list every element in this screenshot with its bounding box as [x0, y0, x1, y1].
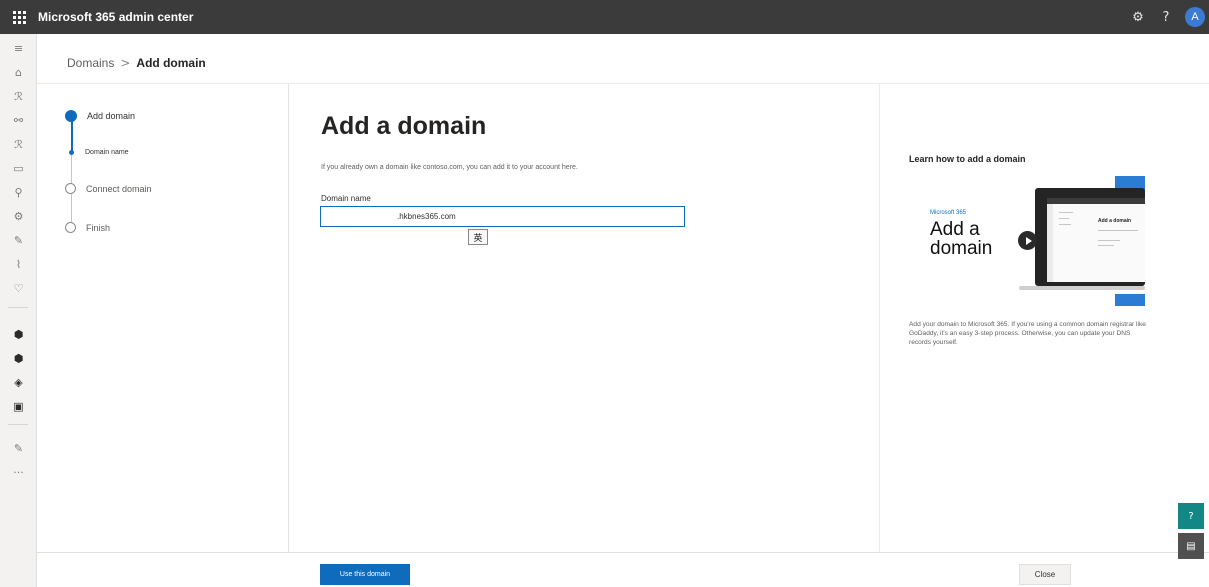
video-thumbnail[interactable]: Add a domain Microsoft 365 Add a domain	[909, 176, 1145, 308]
settings-rail-icon[interactable]: ⚙	[0, 206, 37, 226]
wizard-stepper: Add domain Domain name Connect domain Fi…	[37, 84, 289, 552]
breadcrumb-current: Add domain	[136, 56, 206, 70]
step-label: Finish	[86, 222, 111, 233]
step-line	[71, 193, 72, 225]
rail-divider	[8, 424, 28, 425]
ime-mode-indicator: 英	[468, 229, 488, 245]
health-icon[interactable]: ♡	[0, 278, 37, 298]
laptop-screen: Add a domain	[1047, 198, 1145, 282]
exchange-icon[interactable]: ▣	[0, 396, 37, 416]
page-title: Add a domain	[321, 112, 487, 140]
reports-icon[interactable]: ⌇	[0, 254, 37, 274]
compliance-icon[interactable]: ⬢	[0, 348, 37, 368]
menu-icon[interactable]: ≡	[0, 38, 37, 58]
help-icon[interactable]: ?	[1155, 6, 1177, 28]
help-assistant-icon[interactable]: ?	[1178, 503, 1204, 529]
use-this-domain-button[interactable]: Use this domain	[320, 564, 410, 585]
step-label: Connect domain	[86, 183, 152, 194]
play-icon[interactable]	[1018, 231, 1037, 250]
customize-icon[interactable]: ✎	[0, 438, 37, 458]
support-icon[interactable]: ⚲	[0, 182, 37, 202]
security-icon[interactable]: ⬢	[0, 324, 37, 344]
video-accent	[1115, 294, 1145, 306]
domain-name-label: Domain name	[321, 194, 371, 203]
step-upcoming-icon	[65, 222, 76, 233]
app-title[interactable]: Microsoft 365 admin center	[38, 10, 193, 24]
screen-title: Add a domain	[1098, 218, 1132, 224]
step-add-domain: Add domain	[65, 110, 135, 122]
breadcrumb-separator: >	[120, 56, 131, 70]
video-brand: Microsoft 365	[930, 210, 967, 216]
billing-icon[interactable]: ▭	[0, 158, 37, 178]
endpoint-manager-icon[interactable]: ◈	[0, 372, 37, 392]
settings-icon[interactable]: ⚙	[1127, 6, 1149, 28]
video-title: Add a domain	[930, 219, 993, 259]
learn-title: Learn how to add a domain	[909, 154, 1026, 164]
app-launcher-icon[interactable]	[0, 0, 38, 34]
main-content: Add a domain If you already own a domain…	[289, 84, 879, 552]
step-label: Add domain	[87, 111, 136, 121]
users-icon[interactable]: ℛ	[0, 86, 37, 106]
avatar[interactable]: A	[1185, 7, 1205, 27]
nav-rail: ≡ ⌂ ℛ ⚯ ℛ ▭ ⚲ ⚙ ✎ ⌇ ♡ ⬢ ⬢ ◈ ▣ ✎ ···	[0, 34, 37, 587]
roles-icon[interactable]: ℛ	[0, 134, 37, 154]
home-icon[interactable]: ⌂	[0, 62, 37, 82]
learn-panel: Learn how to add a domain Add a domain M…	[879, 84, 1209, 552]
rail-divider	[8, 307, 28, 308]
step-domain-name: Domain name	[65, 149, 129, 156]
breadcrumb: Domains > Add domain	[67, 56, 206, 70]
domain-name-input[interactable]	[320, 206, 685, 227]
close-button[interactable]: Close	[1019, 564, 1071, 585]
more-icon[interactable]: ···	[0, 462, 37, 482]
step-upcoming-icon	[65, 183, 76, 194]
setup-icon[interactable]: ✎	[0, 230, 37, 250]
step-finish: Finish	[65, 222, 110, 233]
laptop-base	[1019, 286, 1145, 290]
breadcrumb-domains-link[interactable]: Domains	[67, 56, 114, 70]
top-bar: Microsoft 365 admin center ⚙ ? A	[0, 0, 1209, 34]
step-label: Domain name	[85, 149, 129, 156]
feedback-icon[interactable]: ▤	[1178, 533, 1204, 559]
footer-divider	[37, 552, 1209, 553]
step-line	[71, 153, 72, 185]
teams-groups-icon[interactable]: ⚯	[0, 110, 37, 130]
learn-description: Add your domain to Microsoft 365. If you…	[909, 321, 1146, 346]
step-current-icon	[65, 110, 77, 122]
step-connect-domain: Connect domain	[65, 183, 152, 194]
substep-current-icon	[69, 150, 74, 155]
intro-text: If you already own a domain like contoso…	[321, 164, 578, 171]
